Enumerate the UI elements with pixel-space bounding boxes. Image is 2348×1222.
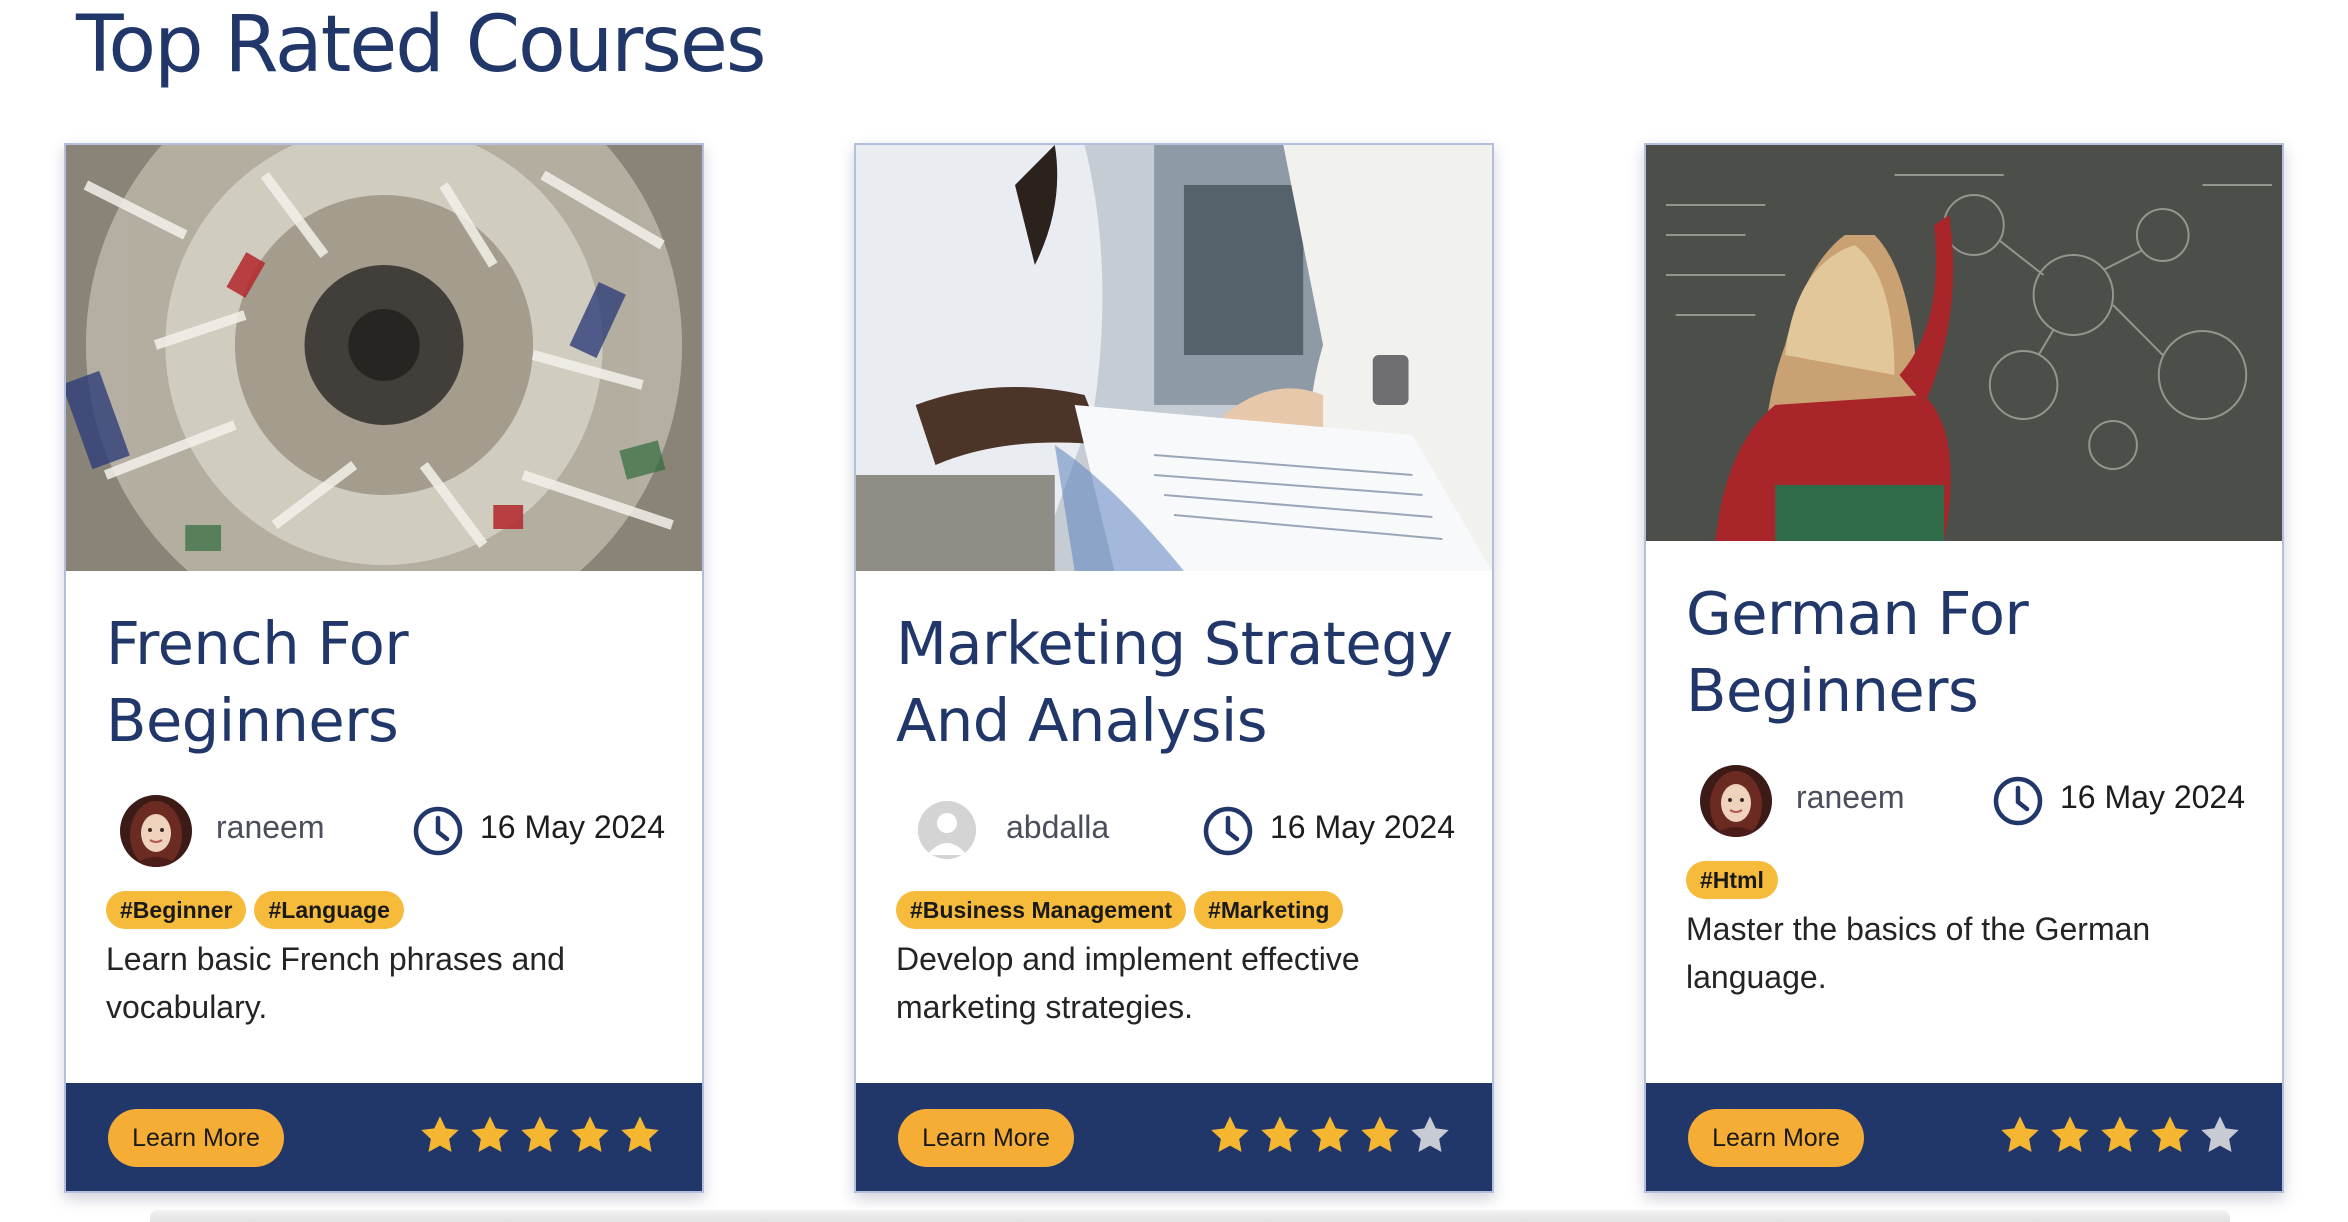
author-name[interactable]: raneem bbox=[1796, 779, 1905, 816]
tag-list: #Html bbox=[1686, 861, 1786, 901]
star-icon bbox=[2051, 1116, 2089, 1153]
star-rating bbox=[1998, 1113, 2242, 1163]
star-icon bbox=[521, 1116, 559, 1153]
star-icon bbox=[1411, 1116, 1449, 1153]
tag-chip[interactable]: #Beginner bbox=[106, 891, 247, 929]
clock-icon bbox=[1993, 776, 2043, 826]
tag-chip[interactable]: #Business Management bbox=[896, 891, 1187, 929]
description-line: vocabulary. bbox=[106, 989, 268, 1025]
course-title-line: German For bbox=[1686, 579, 2029, 648]
course-card[interactable]: German For Beginners raneem 16 May 2024 bbox=[1644, 143, 2284, 1193]
card-footer: Learn More bbox=[856, 1083, 1492, 1191]
clock-icon bbox=[1203, 806, 1253, 856]
course-image-chalkboard[interactable] bbox=[1646, 145, 2282, 541]
course-date: 16 May 2024 bbox=[480, 809, 666, 845]
description-line: Develop and implement effective bbox=[896, 941, 1360, 977]
course-image-books[interactable] bbox=[66, 145, 702, 571]
section-title: Top Rated Courses bbox=[76, 0, 767, 90]
learn-more-button[interactable]: Learn More bbox=[1688, 1109, 1864, 1167]
course-image-meeting[interactable] bbox=[856, 145, 1492, 571]
course-title-line: Marketing Strategy bbox=[896, 609, 1453, 678]
course-date: 16 May 2024 bbox=[2060, 779, 2246, 815]
star-icon bbox=[421, 1116, 459, 1153]
description-line: marketing strategies. bbox=[896, 989, 1194, 1025]
course-date: 16 May 2024 bbox=[1270, 809, 1456, 845]
course-card[interactable]: French For Beginners raneem 16 May 2024 bbox=[64, 143, 704, 1193]
course-title-line: Beginners bbox=[106, 686, 399, 755]
course-meta: raneem 16 May 2024 bbox=[106, 793, 676, 869]
description-line: Learn basic French phrases and bbox=[106, 941, 565, 977]
tag-chip[interactable]: #Language bbox=[254, 891, 404, 929]
star-icon bbox=[571, 1116, 609, 1153]
default-user-avatar[interactable] bbox=[918, 801, 976, 859]
course-card[interactable]: Marketing Strategy And Analysis abdalla … bbox=[854, 143, 1494, 1193]
star-icon bbox=[621, 1116, 659, 1153]
star-icon bbox=[1211, 1116, 1249, 1153]
star-icon bbox=[2151, 1116, 2189, 1153]
course-title: Marketing Strategy And Analysis bbox=[896, 605, 1466, 759]
course-title: German For Beginners bbox=[1686, 575, 2256, 729]
next-section-edge bbox=[150, 1210, 2230, 1222]
star-rating bbox=[1208, 1113, 1452, 1163]
course-title: French For Beginners bbox=[106, 605, 676, 759]
tag-chip[interactable]: #Html bbox=[1686, 861, 1778, 899]
star-icon bbox=[2001, 1116, 2039, 1153]
star-icon bbox=[2201, 1116, 2239, 1153]
card-footer: Learn More bbox=[66, 1083, 702, 1191]
star-icon bbox=[1361, 1116, 1399, 1153]
author-avatar[interactable] bbox=[120, 795, 192, 867]
tag-list: #Beginner #Language bbox=[106, 891, 412, 931]
clock-icon bbox=[413, 806, 463, 856]
star-icon bbox=[1311, 1116, 1349, 1153]
card-footer: Learn More bbox=[1646, 1083, 2282, 1191]
course-title-line: Beginners bbox=[1686, 656, 1979, 725]
star-icon bbox=[2101, 1116, 2139, 1153]
author-name[interactable]: raneem bbox=[216, 809, 325, 846]
course-meta: abdalla 16 May 2024 bbox=[896, 793, 1466, 869]
description-line: language. bbox=[1686, 959, 1827, 995]
course-meta: raneem 16 May 2024 bbox=[1686, 763, 2256, 839]
course-description: Master the basics of the German language… bbox=[1686, 905, 2256, 1001]
learn-more-button[interactable]: Learn More bbox=[898, 1109, 1074, 1167]
learn-more-button[interactable]: Learn More bbox=[108, 1109, 284, 1167]
description-line: Master the basics of the German bbox=[1686, 911, 2151, 947]
author-avatar[interactable] bbox=[1700, 765, 1772, 837]
tag-list: #Business Management #Marketing bbox=[896, 891, 1351, 931]
course-description: Develop and implement effective marketin… bbox=[896, 935, 1466, 1031]
star-rating bbox=[418, 1113, 662, 1163]
star-icon bbox=[471, 1116, 509, 1153]
tag-chip[interactable]: #Marketing bbox=[1194, 891, 1344, 929]
author-name[interactable]: abdalla bbox=[1006, 809, 1109, 846]
course-title-line: French For bbox=[106, 609, 409, 678]
course-title-line: And Analysis bbox=[896, 686, 1268, 755]
star-icon bbox=[1261, 1116, 1299, 1153]
course-description: Learn basic French phrases and vocabular… bbox=[106, 935, 676, 1031]
course-card-list: French For Beginners raneem 16 May 2024 bbox=[64, 143, 2284, 1193]
